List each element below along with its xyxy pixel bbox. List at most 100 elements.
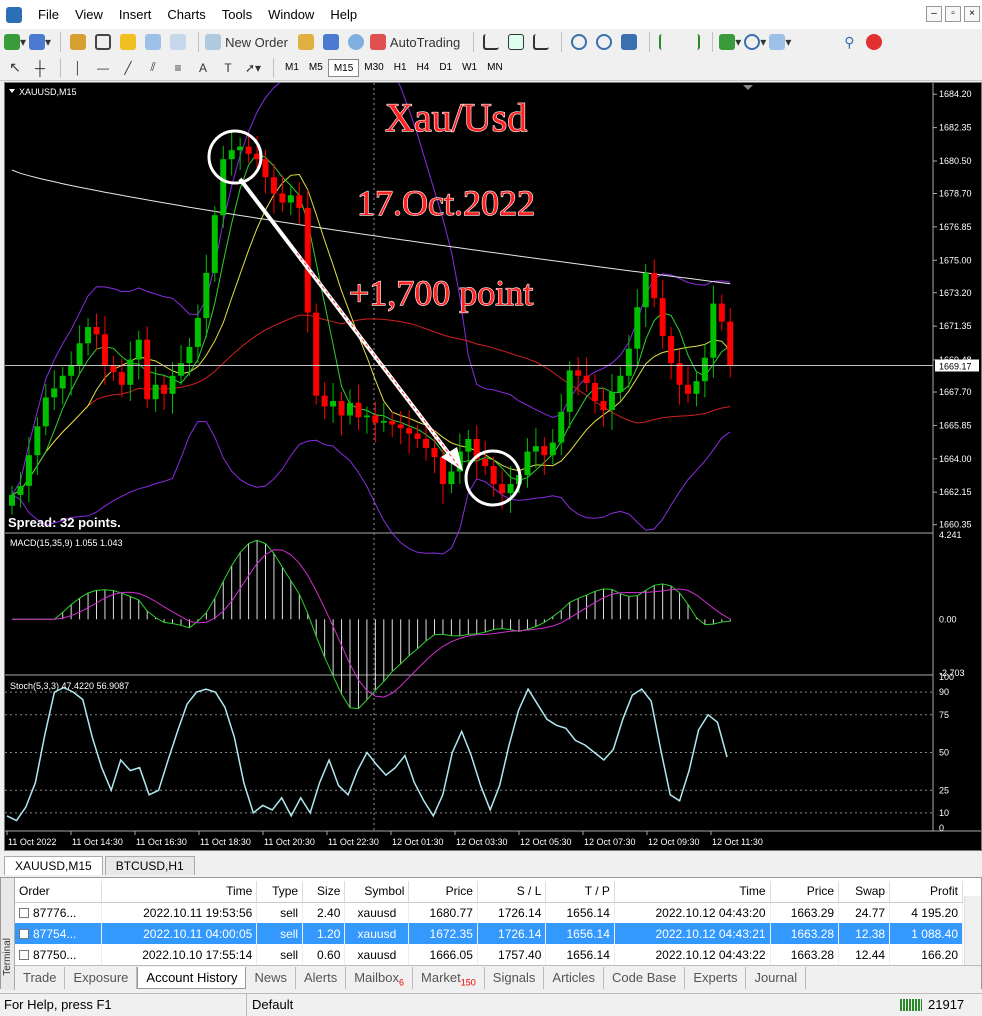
- column-header[interactable]: Type: [256, 881, 304, 903]
- candle-body: [693, 381, 700, 394]
- new-chart-button[interactable]: ▾: [4, 31, 26, 53]
- templates-button[interactable]: ▾: [769, 31, 791, 53]
- table-cell: 2022.10.10 17:55:14: [101, 944, 258, 965]
- candle-body: [549, 442, 556, 456]
- chart-tab-btcusd[interactable]: BTCUSD,H1: [104, 856, 195, 875]
- column-header[interactable]: Price: [408, 881, 478, 903]
- terminal-tab-news[interactable]: News: [246, 966, 296, 989]
- chart-tab-xauusd[interactable]: XAUUSD,M15: [4, 856, 103, 875]
- bar-chart-button[interactable]: [480, 31, 502, 53]
- column-header[interactable]: Size: [302, 881, 346, 903]
- column-header[interactable]: Symbol: [344, 881, 410, 903]
- candle-body: [592, 383, 599, 402]
- menu-help[interactable]: Help: [322, 7, 365, 22]
- metaeditor-button[interactable]: [295, 31, 317, 53]
- trendline-button[interactable]: ╱: [117, 57, 139, 79]
- table-row[interactable]: 87776... 2022.10.11 19:53:56 sell 2.40 xauus…: [15, 902, 963, 923]
- status-bar: For Help, press F1 Default 21917: [0, 993, 982, 1016]
- column-header[interactable]: Price: [770, 881, 840, 903]
- timeframe-w1[interactable]: W1: [457, 59, 482, 77]
- terminal-tab-signals[interactable]: Signals: [485, 966, 545, 989]
- horizontal-line-button[interactable]: —: [92, 57, 114, 79]
- column-header[interactable]: S / L: [477, 881, 547, 903]
- zoom-in-button[interactable]: [568, 31, 590, 53]
- column-header[interactable]: Profit: [889, 881, 963, 903]
- timeframe-h1[interactable]: H1: [389, 59, 412, 77]
- time-tick-label: 11 Oct 2022: [8, 837, 56, 847]
- tester-button[interactable]: [167, 31, 189, 53]
- indicators-button[interactable]: ▾: [719, 31, 741, 53]
- terminal-tab-articles[interactable]: Articles: [544, 966, 605, 989]
- crosshair-button[interactable]: ┼: [29, 57, 51, 79]
- terminal-tab-mailbox[interactable]: Mailbox6: [346, 966, 414, 989]
- line-chart-button[interactable]: [530, 31, 552, 53]
- text-button[interactable]: A: [192, 57, 214, 79]
- table-row[interactable]: 87750... 2022.10.10 17:55:14 sell 0.60 xauus…: [15, 944, 963, 965]
- periods-button[interactable]: ▾: [744, 31, 766, 53]
- cursor-button[interactable]: ↖: [4, 57, 26, 79]
- terminal-tab-trade[interactable]: Trade: [15, 966, 66, 989]
- community-button[interactable]: [320, 31, 342, 53]
- terminal-tab-account-history[interactable]: Account History: [137, 966, 247, 989]
- vertical-line-button[interactable]: │: [67, 57, 89, 79]
- toolbar-separator: [649, 32, 651, 52]
- search-button[interactable]: ⚲: [838, 31, 860, 53]
- new-order-button[interactable]: New Order: [205, 31, 292, 53]
- chart-window[interactable]: 1684.20 1682.35 1680.50 1678.70 1676.85 1675.…: [4, 82, 982, 851]
- candle-body: [431, 447, 438, 457]
- menu-file[interactable]: File: [30, 7, 67, 22]
- signals-button[interactable]: [345, 31, 367, 53]
- table-cell: 2.40: [302, 902, 346, 923]
- column-header[interactable]: Swap: [838, 881, 891, 903]
- terminal-tab-experts[interactable]: Experts: [685, 966, 747, 989]
- menu-charts[interactable]: Charts: [159, 7, 213, 22]
- timeframe-m15[interactable]: M15: [327, 58, 360, 77]
- chart-shift-button[interactable]: [681, 31, 703, 53]
- terminal-tab-exposure[interactable]: Exposure: [65, 966, 138, 989]
- menu-window[interactable]: Window: [260, 7, 322, 22]
- timeframe-d1[interactable]: D1: [434, 59, 457, 77]
- column-header[interactable]: Time: [101, 881, 258, 903]
- new-chart-icon: [4, 34, 20, 50]
- text-label-button[interactable]: T: [217, 57, 239, 79]
- terminal-scrollbar[interactable]: [964, 896, 981, 970]
- candle-body: [68, 364, 75, 376]
- zoom-out-button[interactable]: [593, 31, 615, 53]
- timeframe-mn[interactable]: MN: [482, 59, 508, 77]
- equidistant-channel-button[interactable]: ⫽: [142, 57, 164, 79]
- close-icon[interactable]: ×: [964, 6, 980, 22]
- arrows-button[interactable]: ➚▾: [242, 57, 264, 79]
- data-window-button[interactable]: [92, 31, 114, 53]
- column-header[interactable]: T / P: [545, 881, 615, 903]
- timeframe-m30[interactable]: M30: [359, 59, 388, 77]
- autoscroll-button[interactable]: [656, 31, 678, 53]
- timeframe-h4[interactable]: H4: [412, 59, 435, 77]
- candlestick-button[interactable]: [505, 31, 527, 53]
- table-cell: 1757.40: [477, 944, 547, 965]
- timeframe-m5[interactable]: M5: [304, 59, 328, 77]
- profiles-button[interactable]: ▾: [29, 31, 51, 53]
- minimize-icon[interactable]: –: [926, 6, 942, 22]
- column-header[interactable]: Order: [15, 881, 102, 903]
- tile-windows-button[interactable]: [618, 31, 640, 53]
- menu-insert[interactable]: Insert: [111, 7, 160, 22]
- menu-tools[interactable]: Tools: [214, 7, 260, 22]
- terminal-tab-code-base[interactable]: Code Base: [604, 966, 686, 989]
- column-header[interactable]: Time: [614, 881, 771, 903]
- price-chart[interactable]: 1684.20 1682.35 1680.50 1678.70 1676.85 1675.…: [5, 83, 981, 850]
- restore-icon[interactable]: ▫: [945, 6, 961, 22]
- terminal-tab-market[interactable]: Market150: [413, 966, 485, 989]
- market-watch-button[interactable]: [67, 31, 89, 53]
- notifications-button[interactable]: [863, 31, 885, 53]
- menu-view[interactable]: View: [67, 7, 111, 22]
- terminal-button[interactable]: [142, 31, 164, 53]
- table-cell: 1656.14: [545, 902, 615, 923]
- autotrading-button[interactable]: AutoTrading: [369, 31, 464, 53]
- timeframe-m1[interactable]: M1: [280, 59, 304, 77]
- terminal-tab-alerts[interactable]: Alerts: [296, 966, 347, 989]
- fibonacci-button[interactable]: ≡: [167, 57, 189, 79]
- terminal-tab-journal[interactable]: Journal: [746, 966, 807, 989]
- table-row[interactable]: 87754... 2022.10.11 04:00:05 sell 1.20 xauus…: [15, 923, 963, 944]
- navigator-button[interactable]: [117, 31, 139, 53]
- candle-body: [186, 346, 193, 364]
